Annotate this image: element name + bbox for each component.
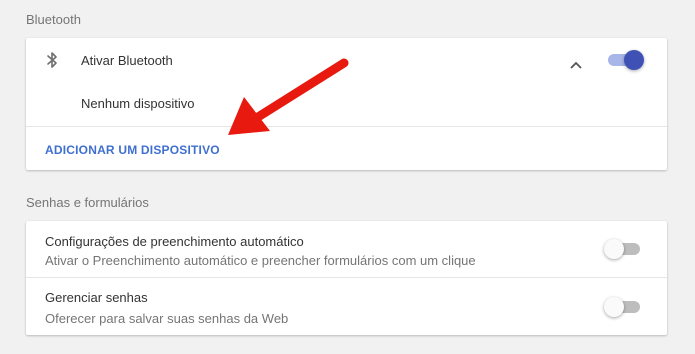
no-devices-text: Nenhum dispositivo [81, 96, 195, 111]
autofill-toggle[interactable] [604, 238, 644, 260]
manage-passwords-subtitle: Oferecer para salvar suas senhas da Web [45, 311, 289, 326]
manage-passwords-row[interactable]: Gerenciar senhas Oferecer para salvar su… [26, 278, 667, 335]
chevron-up-icon[interactable] [570, 56, 582, 74]
manage-passwords-toggle[interactable] [604, 296, 644, 318]
autofill-row[interactable]: Configurações de preenchimento automátic… [26, 221, 667, 277]
passwords-card: Configurações de preenchimento automátic… [26, 221, 667, 335]
passwords-section-title: Senhas e formulários [26, 195, 149, 210]
toggle-knob [624, 50, 644, 70]
bluetooth-enable-label: Ativar Bluetooth [81, 53, 173, 68]
manage-passwords-title: Gerenciar senhas [45, 290, 148, 305]
bluetooth-section-title: Bluetooth [26, 12, 81, 27]
autofill-title: Configurações de preenchimento automátic… [45, 234, 304, 249]
toggle-knob [604, 239, 624, 259]
add-device-button[interactable]: ADICIONAR UM DISPOSITIVO [45, 143, 220, 157]
bluetooth-icon [46, 51, 58, 74]
annotation-arrow-icon [228, 58, 349, 135]
toggle-knob [604, 297, 624, 317]
autofill-subtitle: Ativar o Preenchimento automático e pree… [45, 253, 476, 268]
bluetooth-toggle[interactable] [604, 49, 644, 71]
